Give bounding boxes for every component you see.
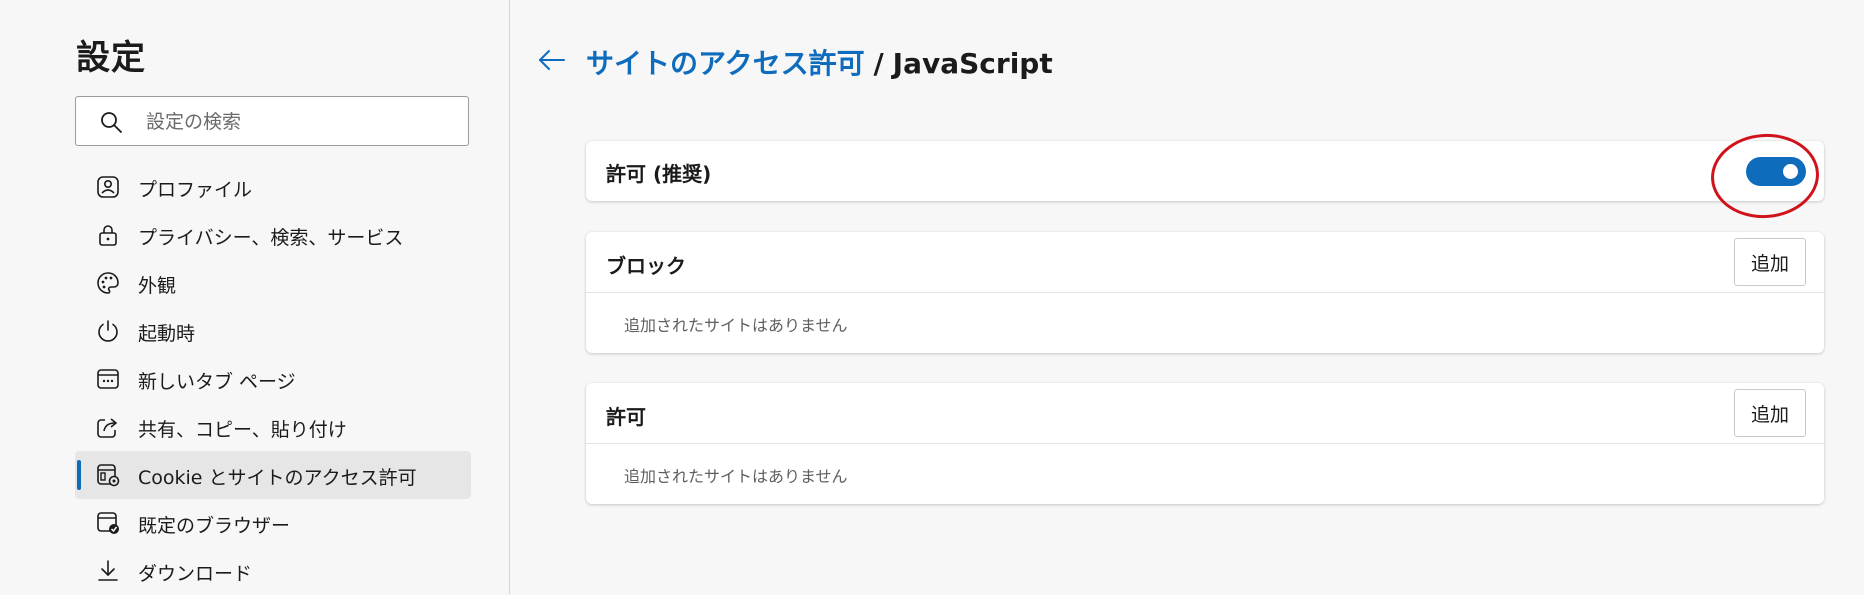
default-browser-icon	[97, 512, 119, 534]
block-empty-text: 追加されたサイトはありません	[624, 316, 848, 335]
sidebar-item-profile[interactable]: プロファイル	[75, 163, 471, 211]
search-icon	[101, 112, 122, 133]
sidebar-item-label: 起動時	[138, 323, 196, 345]
breadcrumb-separator: /	[873, 47, 884, 80]
search-input[interactable]	[144, 105, 458, 139]
allow-setting-card: 許可 (推奨)	[586, 141, 1824, 201]
allow-empty-text: 追加されたサイトはありません	[624, 467, 848, 486]
profile-icon	[97, 176, 119, 198]
sidebar-item-label: 新しいタブ ページ	[138, 371, 296, 393]
sidebar-item-label: Cookie とサイトのアクセス許可	[138, 467, 417, 489]
allow-setting-label: 許可 (推奨)	[606, 162, 712, 186]
power-icon	[98, 320, 118, 342]
sidebar-item-label: プロファイル	[138, 179, 253, 201]
sidebar-item-label: 外観	[138, 275, 177, 297]
sidebar-item-cookies-site-permissions[interactable]: Cookie とサイトのアクセス許可	[75, 451, 471, 499]
sidebar: 設定 プロファイル プライバシー、検索、サービス	[0, 0, 510, 594]
block-add-button[interactable]: 追加	[1734, 238, 1806, 286]
allow-section-title: 許可	[606, 405, 646, 429]
back-arrow-icon[interactable]	[536, 44, 568, 76]
sidebar-item-downloads[interactable]: ダウンロード	[75, 547, 471, 595]
sidebar-item-default-browser[interactable]: 既定のブラウザー	[75, 499, 471, 547]
breadcrumb-link-site-permissions[interactable]: サイトのアクセス許可	[586, 47, 865, 80]
sidebar-item-share[interactable]: 共有、コピー、貼り付け	[75, 403, 471, 451]
search-box[interactable]	[75, 96, 469, 146]
sidebar-item-label: プライバシー、検索、サービス	[138, 227, 404, 249]
sidebar-item-new-tab[interactable]: 新しいタブ ページ	[75, 355, 471, 403]
divider	[586, 443, 1824, 444]
palette-icon	[97, 272, 119, 294]
sidebar-item-label: 共有、コピー、貼り付け	[138, 419, 347, 441]
sidebar-item-appearance[interactable]: 外観	[75, 259, 471, 307]
breadcrumb: サイトのアクセス許可 / JavaScript	[586, 42, 1053, 82]
sidebar-nav: プロファイル プライバシー、検索、サービス 外観 起動時 新しいタブ ページ 共…	[75, 163, 471, 595]
settings-title: 設定	[76, 38, 146, 78]
page-title: JavaScript	[892, 47, 1053, 80]
download-icon	[98, 560, 118, 581]
sidebar-item-label: ダウンロード	[138, 563, 253, 585]
allow-section: 許可 追加 追加されたサイトはありません	[586, 383, 1824, 504]
divider	[586, 292, 1824, 293]
block-section-title: ブロック	[606, 254, 686, 278]
site-permissions-icon	[97, 464, 120, 487]
share-icon	[97, 418, 117, 438]
block-section: ブロック 追加 追加されたサイトはありません	[586, 232, 1824, 353]
sidebar-item-startup[interactable]: 起動時	[75, 307, 471, 355]
sidebar-item-privacy[interactable]: プライバシー、検索、サービス	[75, 211, 471, 259]
main-content: サイトのアクセス許可 / JavaScript 許可 (推奨) ブロック 追加 …	[510, 0, 1864, 594]
new-tab-icon	[97, 369, 119, 389]
allow-add-button[interactable]: 追加	[1734, 389, 1806, 437]
sidebar-item-label: 既定のブラウザー	[138, 515, 291, 537]
lock-icon	[99, 225, 117, 246]
